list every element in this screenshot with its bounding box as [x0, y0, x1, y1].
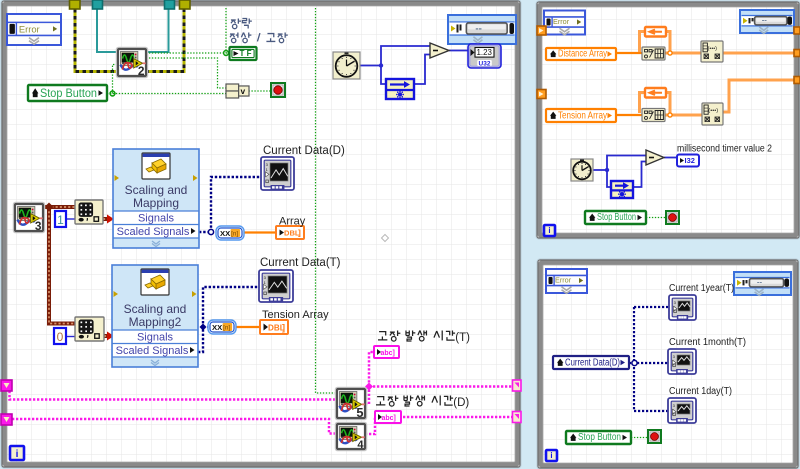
svg-text:Error: Error: [553, 17, 570, 26]
svg-text:i: i: [548, 226, 550, 235]
svg-text:--: --: [757, 277, 763, 286]
svg-text:]: ]: [282, 323, 285, 333]
svg-text:Error: Error: [19, 24, 40, 34]
svg-text:T F: T F: [240, 49, 252, 58]
svg-text:Tension Array: Tension Array: [262, 309, 329, 321]
svg-text:Array: Array: [279, 216, 306, 228]
svg-text:Scaled Signals: Scaled Signals: [116, 345, 189, 357]
svg-text:[n]: [n]: [231, 231, 238, 238]
svg-text:Stop Button: Stop Button: [40, 88, 97, 100]
svg-text:3: 3: [35, 219, 42, 233]
svg-text:XX: XX: [220, 229, 231, 238]
svg-text:1.23: 1.23: [477, 48, 493, 57]
svg-text:(T): (T): [455, 332, 470, 344]
svg-text:0: 0: [57, 330, 64, 344]
svg-text:(D): (D): [453, 397, 469, 409]
svg-text:--: --: [475, 24, 482, 35]
svg-text:v: v: [240, 86, 245, 96]
svg-text:i: i: [550, 451, 552, 460]
svg-text:Signals: Signals: [137, 332, 174, 344]
svg-text:Error: Error: [555, 276, 572, 285]
svg-text:millisecond timer value 2: millisecond timer value 2: [677, 144, 772, 155]
svg-text:4: 4: [357, 439, 364, 451]
svg-text:1: 1: [57, 213, 64, 227]
svg-text:Scaling and: Scaling and: [125, 183, 188, 197]
svg-text:2: 2: [138, 64, 145, 78]
svg-text:Tension Array: Tension Array: [558, 111, 607, 122]
svg-text:Scaled Signals: Scaled Signals: [117, 226, 190, 238]
svg-text:XX: XX: [212, 323, 223, 332]
svg-text:Current 1day(T): Current 1day(T): [669, 386, 732, 397]
svg-text:U32: U32: [479, 61, 491, 68]
svg-text:Current Data(D): Current Data(D): [263, 145, 345, 157]
svg-text:Current 1year(T): Current 1year(T): [669, 283, 734, 294]
svg-text:Current 1month(T): Current 1month(T): [669, 337, 746, 348]
svg-text:Distance Array: Distance Array: [558, 49, 607, 60]
svg-text:--: --: [762, 15, 768, 24]
svg-text:Current Data(D): Current Data(D): [565, 358, 620, 369]
svg-text:Stop Button: Stop Button: [597, 212, 636, 223]
svg-text:abc]: abc]: [382, 415, 396, 422]
svg-text:Scaling and: Scaling and: [124, 302, 187, 316]
svg-text:I32: I32: [685, 156, 695, 165]
svg-text:Signals: Signals: [138, 213, 175, 225]
svg-text:Current Data(T): Current Data(T): [260, 257, 341, 269]
svg-text:5: 5: [356, 405, 363, 420]
svg-text:abc]: abc]: [381, 350, 395, 357]
svg-text:Stop Button: Stop Button: [578, 432, 621, 443]
svg-text:(•••): (•••): [708, 46, 718, 52]
svg-text:i: i: [16, 449, 19, 460]
svg-text:(•••): (•••): [708, 108, 718, 114]
svg-text:]: ]: [298, 228, 301, 238]
svg-text:Mapping2: Mapping2: [129, 315, 182, 329]
svg-text:Mapping: Mapping: [133, 196, 179, 210]
svg-text:[n]: [n]: [223, 325, 230, 332]
